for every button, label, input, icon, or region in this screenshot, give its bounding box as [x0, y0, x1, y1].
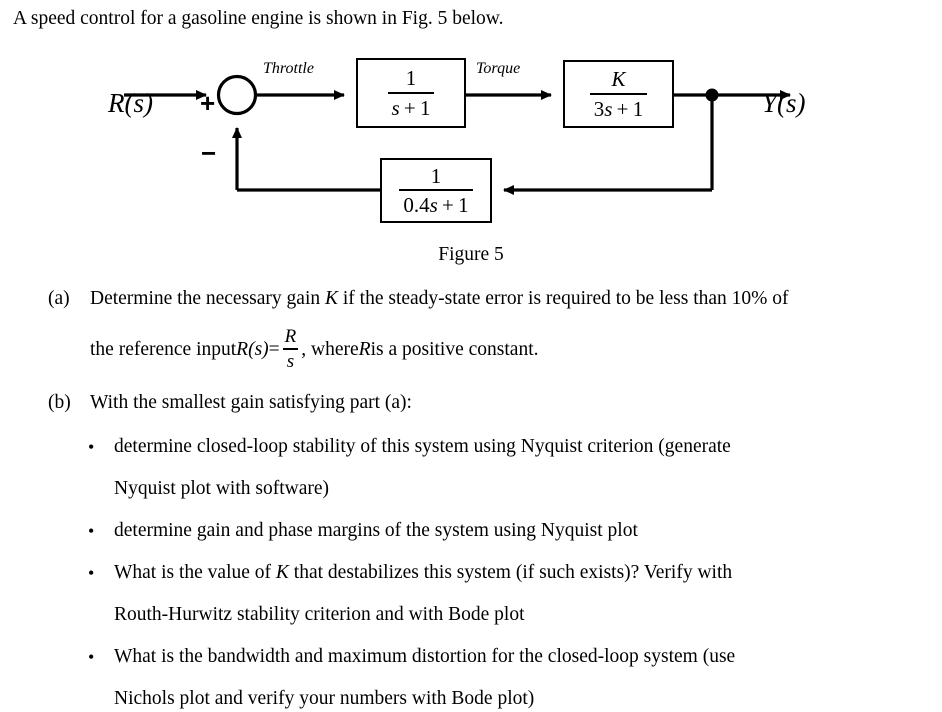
- question-a-body: Determine the necessary gain K if the st…: [90, 286, 942, 372]
- g2-num-var: K: [611, 67, 626, 92]
- intro-sentence: A speed control for a gasoline engine is…: [13, 8, 504, 29]
- summing-minus-sign: −: [201, 138, 217, 168]
- questions-body: (a) Determine the necessary gain K if th…: [0, 286, 942, 712]
- qa-gain-var: K: [324, 288, 338, 309]
- question-b: (b) With the smallest gain satisfying pa…: [0, 390, 942, 416]
- g1-den-var: s: [391, 95, 400, 120]
- input-signal-label: R(s): [108, 88, 153, 118]
- bullet-glyph-icon: •: [88, 646, 95, 667]
- summing-plus-sign: +: [200, 88, 216, 118]
- transfer-function-g1: 1 s + 1: [384, 66, 439, 119]
- b3-p2: that destabilizes this system (if such e…: [288, 561, 733, 583]
- h-den-prefix: 0.4: [403, 193, 430, 217]
- g2-denominator: 3s + 1: [586, 97, 651, 120]
- output-signal-label: Y(s): [762, 88, 806, 118]
- bullet-item-gain-phase-margins: • determine gain and phase margins of th…: [0, 518, 942, 544]
- bullet-text-3: What is the value of K that destabilizes…: [114, 560, 942, 628]
- bullet-4-line2: Nichols plot and verify your numbers wit…: [114, 687, 535, 709]
- transfer-function-g2: K 3s + 1: [586, 68, 651, 120]
- signal-takeoff-node: [705, 88, 719, 102]
- document-page: A speed control for a gasoline engine is…: [0, 0, 942, 710]
- question-a-marker: (a): [48, 288, 70, 309]
- question-b-bullet-list: • determine closed-loop stability of thi…: [0, 434, 942, 712]
- g2-den-rest: + 1: [612, 96, 644, 121]
- qa-frac-num: R: [284, 326, 297, 347]
- bullet-3-line1: What is the value of K that destabilizes…: [114, 560, 882, 586]
- block-throttle-actuator: 1 s + 1: [356, 58, 466, 128]
- block-diagram-figure: R(s) Y(s) + − Throttle Torque 1 s + 1 K …: [0, 40, 942, 280]
- qa-l2-p3: is a positive constant.: [370, 338, 539, 360]
- question-a-line2: the reference input R(s) = R s , where R…: [90, 327, 914, 372]
- block-feedback-sensor: 1 0.4s + 1: [380, 158, 492, 223]
- g1-fraction-bar: [387, 91, 435, 94]
- block-engine-gain: K 3s + 1: [563, 60, 674, 128]
- bullet-2-line1: determine gain and phase margins of the …: [114, 519, 638, 541]
- transfer-function-h: 1 0.4s + 1: [395, 165, 476, 216]
- bullet-1-line2: Nyquist plot with software): [114, 477, 330, 499]
- g2-numerator: K: [586, 68, 651, 91]
- g1-denominator: s + 1: [384, 96, 439, 119]
- bullet-item-destabilizing-gain: • What is the value of K that destabiliz…: [0, 560, 942, 628]
- bullet-4-line1: What is the bandwidth and maximum distor…: [114, 645, 736, 667]
- qa-l2-eq: =: [268, 338, 280, 360]
- qa-l2-p1: the reference input: [90, 338, 237, 360]
- question-b-body: With the smallest gain satisfying part (…: [90, 390, 942, 416]
- question-b-heading: With the smallest gain satisfying part (…: [90, 391, 412, 413]
- g2-den-prefix: 3: [593, 96, 605, 121]
- b3-gain-var: K: [275, 561, 289, 583]
- qa-r-over-s-fraction: R s: [282, 327, 300, 371]
- question-a-line1: Determine the necessary gain K if the st…: [90, 286, 914, 312]
- qa-l2-p2: , where: [301, 338, 359, 360]
- h-den-rest: + 1: [437, 193, 469, 217]
- bullet-1-line1: determine closed-loop stability of this …: [114, 435, 731, 457]
- h-den-var: s: [429, 193, 438, 217]
- qa-frac-den: s: [286, 350, 295, 372]
- qa-rs-expr: R(s): [236, 338, 269, 360]
- bullet-text-1: determine closed-loop stability of this …: [114, 434, 942, 502]
- torque-signal-label: Torque: [476, 60, 521, 77]
- bullet-3-line2: Routh-Hurwitz stability criterion and wi…: [114, 603, 525, 625]
- h-denominator: 0.4s + 1: [395, 193, 476, 216]
- qa-l1-p2: if the steady-state error is required to…: [338, 288, 789, 309]
- question-b-marker: (b): [48, 391, 71, 413]
- g1-numerator: 1: [405, 66, 417, 91]
- g2-fraction-bar: [589, 92, 648, 95]
- h-fraction-bar: [399, 189, 473, 191]
- bullet-glyph-icon: •: [88, 562, 95, 583]
- summing-junction: [216, 74, 258, 116]
- bullet-text-2: determine gain and phase margins of the …: [114, 518, 942, 544]
- qa-r-var: R: [358, 338, 371, 360]
- bullet-item-nyquist-stability: • determine closed-loop stability of thi…: [0, 434, 942, 502]
- throttle-signal-label: Throttle: [263, 60, 314, 77]
- bullet-glyph-icon: •: [88, 436, 95, 457]
- b3-p1: What is the value of: [114, 561, 276, 583]
- qa-l1-p1: Determine the necessary gain: [90, 288, 325, 309]
- bullet-text-4: What is the bandwidth and maximum distor…: [114, 644, 942, 712]
- question-a: (a) Determine the necessary gain K if th…: [0, 286, 942, 372]
- figure-caption: Figure 5: [438, 244, 504, 265]
- qa-frac-bar: [282, 348, 299, 350]
- g1-den-rest: + 1: [399, 95, 431, 120]
- bullet-glyph-icon: •: [88, 520, 95, 541]
- h-numerator: 1: [430, 163, 442, 188]
- bullet-item-bandwidth-distortion: • What is the bandwidth and maximum dist…: [0, 644, 942, 712]
